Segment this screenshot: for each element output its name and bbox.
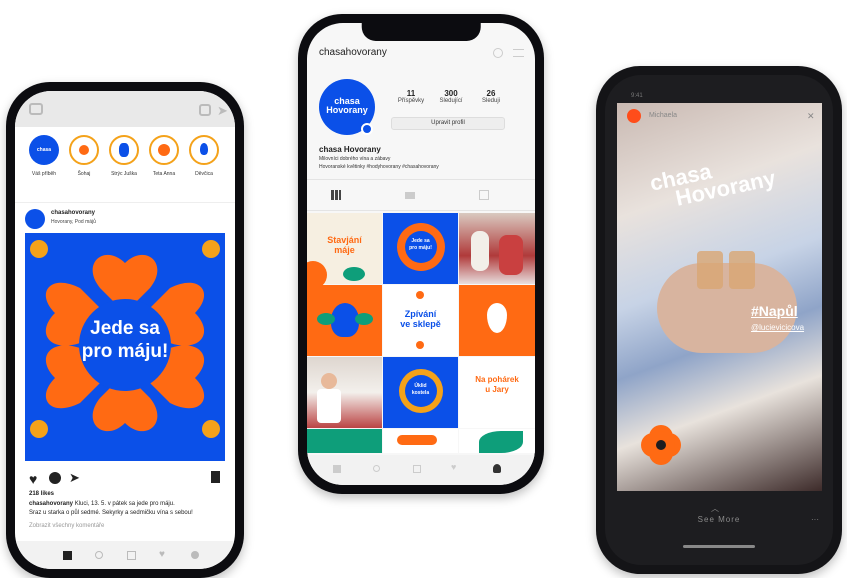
search-icon[interactable] [373, 465, 380, 472]
home-indicator [683, 545, 755, 548]
add-story-icon[interactable] [361, 123, 373, 135]
phone-story: 9:41 Michaela ✕ chasa Hovorany #Napůl @l… [596, 66, 842, 574]
tulip-icon [189, 135, 219, 165]
story-item[interactable]: Teta Anna [147, 135, 181, 177]
grid-icon[interactable] [331, 190, 341, 200]
reels-icon[interactable] [405, 192, 415, 199]
bottom-nav: ♥ [307, 455, 535, 485]
flower-sticker [647, 431, 675, 459]
post-username[interactable]: chasahovorany [51, 210, 95, 216]
grid-tile-photo[interactable] [459, 213, 535, 284]
story-screen: 9:41 Michaela ✕ chasa Hovorany #Napůl @l… [605, 75, 833, 565]
story-avatar[interactable] [627, 109, 641, 123]
story-user[interactable]: Michaela [649, 112, 677, 119]
view-comments-link[interactable]: Zobrazit všechny komentáře [29, 523, 104, 529]
grid-tile[interactable]: Jede sa pro máju! [383, 213, 458, 284]
logo-icon: chasa [29, 135, 59, 165]
grid-tile[interactable] [459, 429, 535, 453]
avatar[interactable] [25, 209, 45, 229]
grid-tile[interactable] [307, 285, 382, 356]
story-item[interactable]: Šohaj [67, 135, 101, 177]
story-label: Šohaj [77, 171, 91, 177]
stories-row: chasa Váš příběh Šohaj Strýc Juška Teta [15, 127, 235, 203]
profile-bio-2: Hovoranské květinky #hodyhovorany #chasa… [319, 164, 439, 170]
notch [361, 23, 481, 41]
more-options-icon[interactable]: ··· [811, 515, 819, 524]
grid-tile[interactable] [383, 429, 458, 453]
add-icon[interactable] [127, 551, 136, 560]
profile-bio-1: Milovníci dobrého vína a zábavy [319, 156, 391, 162]
tagged-icon[interactable] [479, 190, 489, 200]
story-label: Děvčica [195, 171, 213, 177]
post-grid: Stavjání máje Jede sa pro máju! Zpívání … [307, 213, 535, 453]
grid-tile[interactable]: Na pohárek u Jary [459, 357, 535, 428]
caption: chasahovorany Kluci, 13. 5. v pátek sa j… [29, 500, 229, 518]
grid-tile[interactable]: Úklid kostela [383, 357, 458, 428]
caption-text: Kluci, 13. 5. v pátek sa jede pro máju. [74, 501, 175, 507]
stat-following[interactable]: 26 Sleduji [471, 89, 511, 104]
see-more-button[interactable]: See More [605, 515, 833, 524]
history-icon[interactable] [493, 48, 503, 58]
feed-screen: ➤ chasa Váš příběh Šohaj Strýc Juška Tet… [15, 91, 235, 569]
story-label: Teta Anna [152, 171, 176, 177]
home-icon[interactable] [333, 465, 341, 473]
phone-profile: chasahovorany chasa Hovorany 11 Příspěvk… [298, 14, 544, 494]
caption-text-2: Sraz u starka o půl sedmé. Sekyrky a sed… [29, 510, 193, 516]
profile-icon[interactable] [493, 464, 501, 473]
comment-icon[interactable] [49, 472, 61, 484]
chevron-up-icon[interactable]: ︿ [711, 503, 719, 514]
camera-icon[interactable] [29, 103, 43, 115]
phone-feed: ➤ chasa Váš příběh Šohaj Strýc Juška Tet… [6, 82, 244, 578]
flower-icon [69, 135, 99, 165]
post-location[interactable]: Hovorany, Pod májů [51, 219, 96, 225]
profile-tabs [307, 179, 535, 211]
activity-icon[interactable]: ♥ [451, 462, 456, 472]
story-item[interactable]: Děvčica [187, 135, 221, 177]
caption-user[interactable]: chasahovorany [29, 501, 73, 507]
grid-tile[interactable] [459, 285, 535, 356]
home-icon[interactable] [63, 551, 72, 560]
story-label: Strýc Juška [111, 171, 137, 177]
likes-count: 218 likes [29, 491, 55, 497]
grid-tile-photo[interactable] [307, 357, 382, 428]
hashtag-sticker[interactable]: #Napůl [751, 303, 798, 319]
grid-tile[interactable] [307, 429, 382, 453]
share-icon[interactable]: ➤ [69, 470, 80, 486]
search-icon[interactable] [95, 551, 103, 559]
grape-icon [487, 303, 507, 333]
stat-posts[interactable]: 11 Příspěvky [391, 89, 431, 104]
heart-icon[interactable]: ♥ [29, 471, 37, 487]
profile-icon[interactable] [191, 551, 199, 559]
story-item[interactable]: Strýc Juška [107, 135, 141, 177]
profile-screen: chasahovorany chasa Hovorany 11 Příspěvk… [307, 23, 535, 485]
close-icon[interactable]: ✕ [807, 111, 815, 122]
story-label: Váš příběh [31, 171, 57, 177]
bookmark-icon[interactable] [211, 471, 220, 483]
flower-icon [149, 135, 179, 165]
menu-icon[interactable] [513, 49, 524, 57]
add-icon[interactable] [413, 465, 421, 473]
edit-profile-button[interactable]: Upravit profil [391, 117, 505, 130]
post-headline: Jede sa pro máju! [81, 318, 169, 362]
mention-sticker[interactable]: @lucievicicova [751, 323, 804, 332]
grid-tile[interactable]: Stavjání máje [307, 213, 382, 289]
igtv-icon[interactable] [199, 104, 211, 116]
grid-tile[interactable]: Zpívání ve sklepě [383, 285, 458, 356]
story-item[interactable]: chasa Váš příběh [27, 135, 61, 177]
status-time: 9:41 [631, 93, 643, 99]
stat-followers[interactable]: 300 Sledující [431, 89, 471, 104]
post-image[interactable]: Jede sa pro máju! [25, 233, 225, 461]
profile-name: chasa Hovorany [319, 145, 381, 154]
grape-icon [109, 135, 139, 165]
bottom-nav: ♥ [15, 541, 235, 569]
post-header: chasahovorany Hovorany, Pod májů [15, 203, 235, 233]
direct-message-icon[interactable]: ➤ [217, 103, 228, 119]
activity-icon[interactable]: ♥ [159, 549, 165, 560]
profile-username[interactable]: chasahovorany [319, 47, 387, 58]
